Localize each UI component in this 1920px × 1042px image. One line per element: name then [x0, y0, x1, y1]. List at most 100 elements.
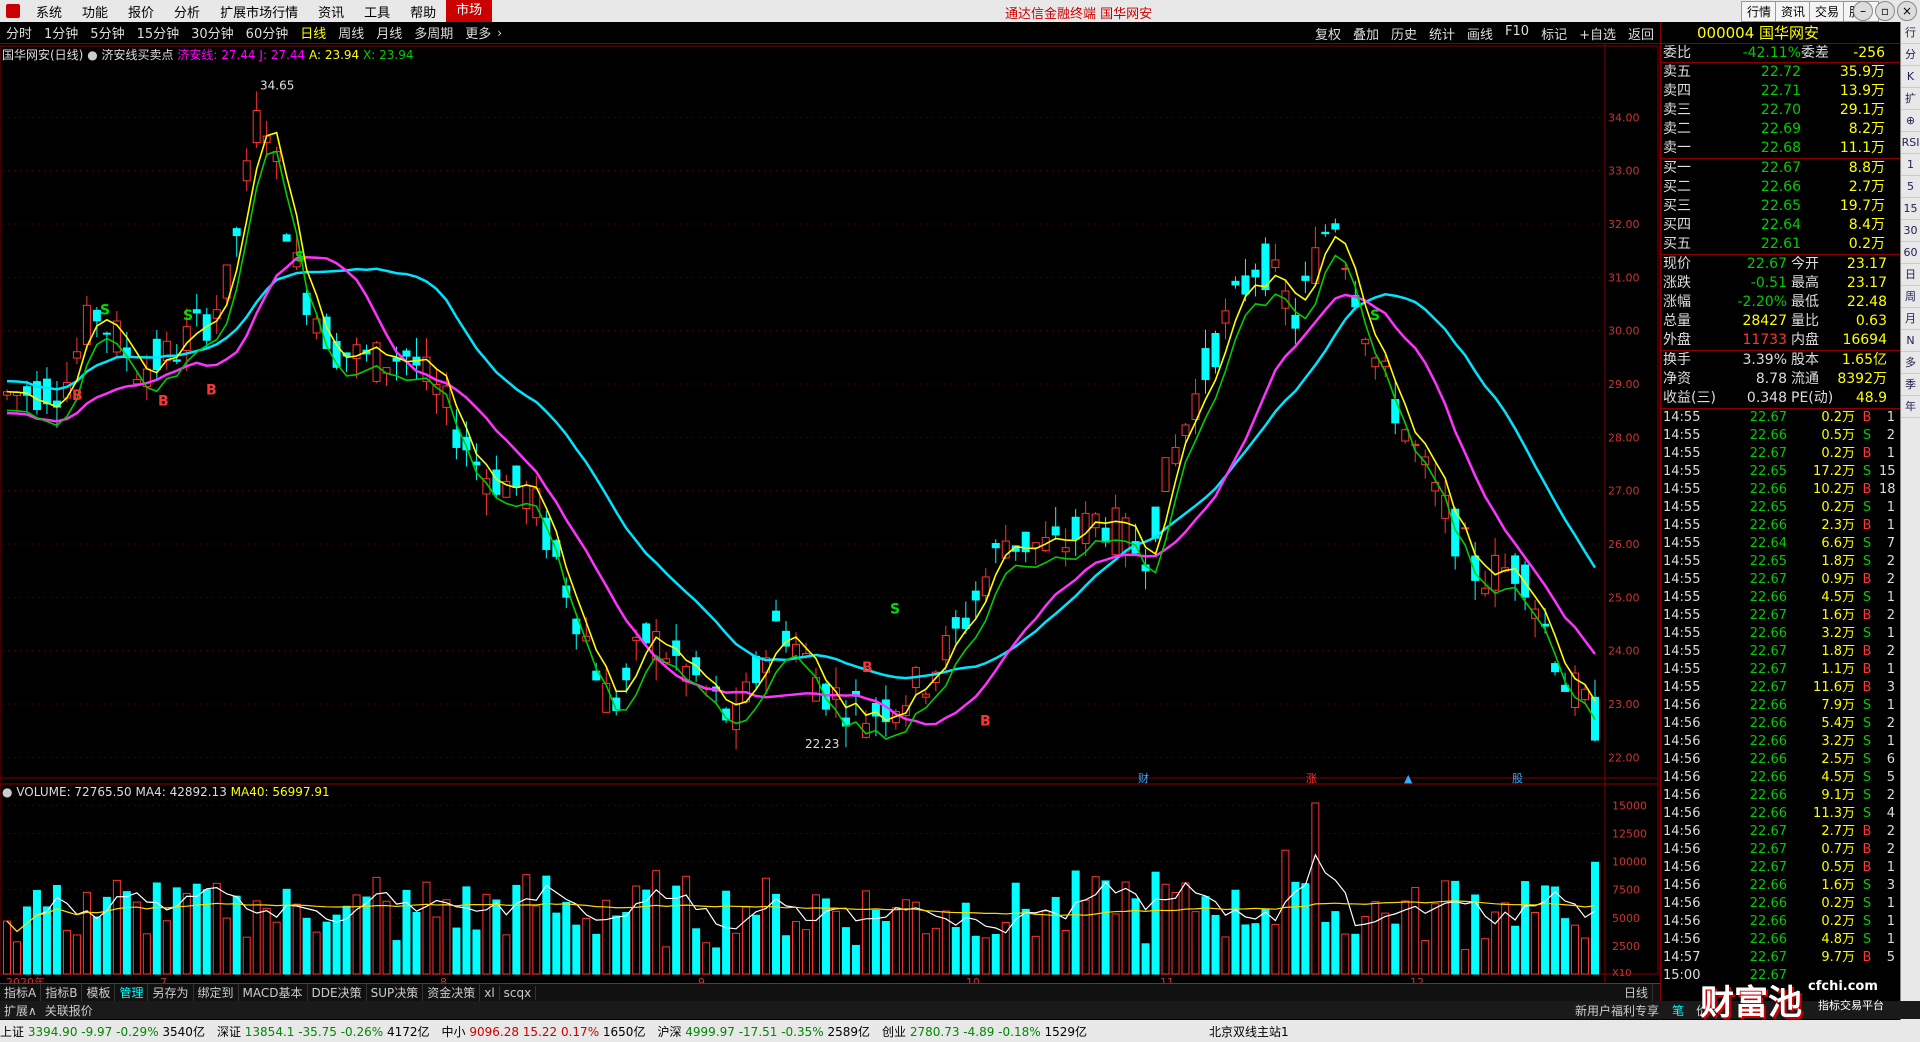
tab-60min[interactable]: 60分钟 [240, 23, 295, 42]
indicator-tab[interactable]: 管理 [115, 984, 149, 1001]
sidebar-button[interactable]: 1 [1901, 154, 1920, 176]
indicator-tab[interactable]: xl [480, 985, 500, 1000]
period-label[interactable]: 日线 [1620, 984, 1654, 1001]
buy-level-row[interactable]: 买五 22.61 0.2万 [1661, 235, 1900, 254]
menu-item-system[interactable]: 系统 [26, 2, 72, 21]
indicator-tab[interactable]: 另存为 [148, 984, 194, 1001]
sidebar-button[interactable]: 年 [1901, 396, 1920, 418]
mark-button[interactable]: 标记 [1535, 24, 1573, 43]
index-quote[interactable]: 中小 9096.28 15.22 0.17% 1650亿 [442, 1023, 646, 1040]
menu-item-analysis[interactable]: 分析 [164, 2, 210, 21]
index-quote[interactable]: 上证 3394.90 -9.97 -0.29% 3540亿 [0, 1023, 205, 1040]
tick-time: 14:57 [1663, 950, 1701, 965]
sidebar-button[interactable]: 分 [1901, 44, 1920, 66]
sidebar-button[interactable]: 15 [1901, 198, 1920, 220]
indicator-tab[interactable]: SUP决策 [367, 984, 424, 1001]
tab-5min[interactable]: 5分钟 [84, 23, 130, 42]
menu-item-tools[interactable]: 工具 [354, 2, 400, 21]
draw-button[interactable]: 画线 [1461, 24, 1499, 43]
sidebar-button[interactable]: 行 [1901, 22, 1920, 44]
tab-monthly[interactable]: 月线 [370, 23, 408, 42]
minimize-icon[interactable]: – [1853, 1, 1873, 21]
add-watchlist-button[interactable]: +自选 [1573, 24, 1622, 43]
sell-level-row[interactable]: 卖二 22.69 8.2万 [1661, 120, 1900, 139]
indicator-tab[interactable]: 指标B [41, 984, 83, 1001]
sidebar-button[interactable]: RSI [1901, 132, 1920, 154]
statistics-button[interactable]: 统计 [1423, 24, 1461, 43]
sidebar-button[interactable]: 月 [1901, 308, 1920, 330]
index-quote[interactable]: 沪深 4999.97 -17.51 -0.35% 2589亿 [657, 1023, 870, 1040]
new-user-promo[interactable]: 新用户福利专享 [1575, 1002, 1659, 1019]
menu-item-news[interactable]: 资讯 [308, 2, 354, 21]
menu-item-help[interactable]: 帮助 [400, 2, 446, 21]
indicator-tab[interactable]: 绑定到 [194, 984, 239, 1001]
tab-ticks[interactable]: 笔 [1672, 1002, 1684, 1019]
index-name: 中小 [441, 1024, 470, 1039]
menu-item-market[interactable]: 市场 [446, 0, 493, 22]
buy-level-row[interactable]: 买四 22.64 8.4万 [1661, 216, 1900, 235]
volume-bar [831, 910, 840, 975]
indicator-dot-icon[interactable]: ● [87, 48, 97, 62]
indicator-tab[interactable]: 资金决策 [423, 984, 481, 1001]
sidebar-button[interactable]: 周 [1901, 286, 1920, 308]
volume-dot-icon[interactable]: ● [2, 785, 12, 799]
sidebar-button[interactable]: 5 [1901, 176, 1920, 198]
index-pct: -0.29% [116, 1024, 163, 1039]
tab-timeshare[interactable]: 分时 [0, 23, 38, 42]
sidebar-button[interactable]: 日 [1901, 264, 1920, 286]
adjust-button[interactable]: 复权 [1309, 24, 1347, 43]
sidebar-button[interactable]: 扩 [1901, 88, 1920, 110]
sidebar-button[interactable]: 60 [1901, 242, 1920, 264]
indicator-tab[interactable]: scqx [500, 985, 537, 1000]
tab-15min[interactable]: 15分钟 [131, 23, 186, 42]
sidebar-button[interactable]: ⊕ [1901, 110, 1920, 132]
sell-level-row[interactable]: 卖三 22.70 29.1万 [1661, 101, 1900, 120]
menu-item-extended-market[interactable]: 扩展市场行情 [210, 2, 308, 21]
tick-row: 14:55 22.67 1.6万 B 2 [1661, 607, 1900, 625]
sidebar-button[interactable]: K [1901, 66, 1920, 88]
volume-bar [1101, 880, 1110, 975]
close-icon[interactable]: × [1897, 1, 1917, 21]
maximize-icon[interactable]: ▫ [1875, 1, 1895, 21]
sell-level-row[interactable]: 卖一 22.68 11.1万 [1661, 139, 1900, 158]
sell-level-row[interactable]: 卖四 22.71 13.9万 [1661, 82, 1900, 101]
trade-button[interactable]: 交易 [1809, 1, 1846, 22]
tab-1min[interactable]: 1分钟 [38, 23, 84, 42]
index-quote[interactable]: 深证 13854.1 -35.75 -0.26% 4172亿 [217, 1023, 430, 1040]
chart-area[interactable]: 34.00 33.00 32.00 31.00 30.00 29.00 28.00 27.00… [0, 44, 1660, 989]
menu-item-quote[interactable]: 报价 [118, 2, 164, 21]
back-button[interactable]: 返回 [1622, 24, 1660, 43]
index-quote[interactable]: 创业 2780.73 -4.89 -0.18% 1529亿 [882, 1023, 1087, 1040]
chevron-right-icon[interactable]: › [497, 26, 502, 40]
indicator-tab[interactable]: 模板 [82, 984, 116, 1001]
quote-button[interactable]: 行情 [1741, 1, 1778, 22]
tick-count: 1 [1886, 734, 1895, 749]
tab-weekly[interactable]: 周线 [332, 23, 370, 42]
related-quote-button[interactable]: 关联报价 [41, 1002, 97, 1019]
indicator-tab[interactable]: 指标A [0, 984, 42, 1001]
buy-level-row[interactable]: 买三 22.65 19.7万 [1661, 197, 1900, 216]
indicator-name[interactable]: 济安线买卖点 [102, 48, 174, 62]
sell-level-row[interactable]: 卖五 22.72 35.9万 [1661, 63, 1900, 82]
sidebar-button[interactable]: N [1901, 330, 1920, 352]
kline-chart-svg[interactable]: 34.00 33.00 32.00 31.00 30.00 29.00 28.00 27.00… [0, 44, 1660, 984]
overlay-button[interactable]: 叠加 [1347, 24, 1385, 43]
tab-daily[interactable]: 日线 [294, 23, 332, 42]
indicator-tab[interactable]: DDE决策 [308, 984, 367, 1001]
buy-level-row[interactable]: 买一 22.67 8.8万 [1661, 159, 1900, 178]
sidebar-button[interactable]: 多 [1901, 352, 1920, 374]
expand-button[interactable]: 扩展∧ [0, 1002, 41, 1019]
tab-30min[interactable]: 30分钟 [185, 23, 240, 42]
menu-item-function[interactable]: 功能 [72, 2, 118, 21]
indicator-tab[interactable]: MACD基本 [239, 984, 308, 1001]
sidebar-button[interactable]: 季 [1901, 374, 1920, 396]
news-button[interactable]: 资讯 [1775, 1, 1812, 22]
sidebar-button[interactable]: 30 [1901, 220, 1920, 242]
tick-list[interactable]: 14:55 22.67 0.2万 B 1 14:55 22.66 0.5万 S 2 14:55 22.… [1661, 409, 1900, 985]
tab-more[interactable]: 更多 [459, 23, 497, 42]
tab-multi-period[interactable]: 多周期 [408, 23, 459, 42]
buy-level-row[interactable]: 买二 22.66 2.7万 [1661, 178, 1900, 197]
history-button[interactable]: 历史 [1385, 24, 1423, 43]
f10-button[interactable]: F10 [1499, 24, 1535, 43]
stock-code-name[interactable]: 000004 国华网安 [1661, 22, 1900, 44]
